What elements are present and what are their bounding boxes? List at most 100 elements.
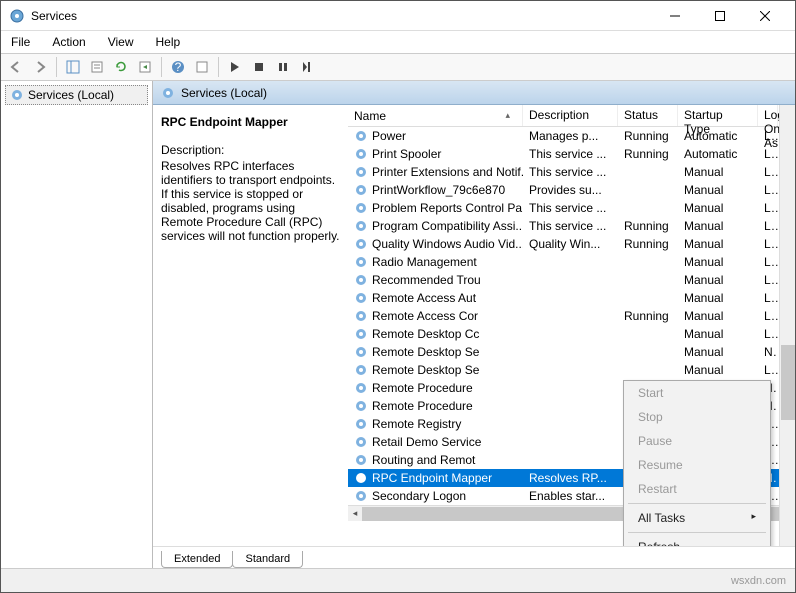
tree-root-label: Services (Local) [28,88,114,102]
forward-button[interactable] [29,56,51,78]
service-desc [523,333,618,335]
col-header-status[interactable]: Status [618,105,678,126]
scroll-thumb[interactable] [781,345,795,420]
cm-refresh[interactable]: Refresh [624,535,770,546]
table-row[interactable]: Print SpoolerThis service ...RunningAuto… [348,145,779,163]
service-desc [523,351,618,353]
table-row[interactable]: Remote Desktop SeManualLc [348,361,779,379]
service-status: Running [618,146,678,162]
gear-icon [354,237,368,251]
menu-action[interactable]: Action [48,33,89,51]
detail-pane: RPC Endpoint Mapper Description: Resolve… [153,105,348,546]
service-desc: Manages p... [523,128,618,144]
gear-icon [354,255,368,269]
pause-service-button[interactable] [272,56,294,78]
service-startup: Manual [678,326,758,342]
cm-restart[interactable]: Restart [624,477,770,501]
menu-view[interactable]: View [104,33,138,51]
service-status: Running [618,308,678,324]
right-pane-title: Services (Local) [181,86,267,100]
service-startup: Manual [678,290,758,306]
gear-icon [161,86,175,100]
window-controls [652,2,787,30]
service-desc [523,459,618,461]
tab-standard[interactable]: Standard [232,551,303,568]
list-header: Name▴ Description Status Startup Type Lo… [348,105,779,127]
cm-all-tasks[interactable]: All Tasks▸ [624,506,770,530]
table-row[interactable]: Quality Windows Audio Vid...Quality Win.… [348,235,779,253]
title-bar: Services [1,1,795,31]
col-header-logon[interactable]: Log On As [758,105,778,126]
help-button[interactable]: ? [167,56,189,78]
tab-extended[interactable]: Extended [161,551,233,568]
menu-help[interactable]: Help [152,33,185,51]
service-name: Printer Extensions and Notif... [372,165,523,179]
service-name: Remote Procedure [372,399,473,413]
table-row[interactable]: PrintWorkflow_79c6e870Provides su...Manu… [348,181,779,199]
col-header-name[interactable]: Name▴ [348,105,523,126]
properties-button[interactable] [86,56,108,78]
service-startup: Manual [678,254,758,270]
service-desc [523,261,618,263]
vertical-scrollbar[interactable] [779,105,795,546]
table-row[interactable]: Problem Reports Control Pa...This servic… [348,199,779,217]
gear-icon [354,327,368,341]
col-header-description[interactable]: Description [523,105,618,126]
table-row[interactable]: PowerManages p...RunningAutomaticLc [348,127,779,145]
submenu-arrow-icon: ▸ [751,511,756,522]
service-startup: Manual [678,272,758,288]
table-row[interactable]: Recommended TrouManualLc [348,271,779,289]
sort-asc-icon: ▴ [505,110,510,121]
service-logon: Lc [758,128,778,144]
back-button[interactable] [5,56,27,78]
service-logon: Lc [758,164,778,180]
gear-icon [354,201,368,215]
cm-start[interactable]: Start [624,381,770,405]
service-startup: Automatic [678,146,758,162]
refresh-button[interactable] [110,56,132,78]
service-name: Remote Desktop Se [372,363,479,377]
service-logon: Lc [758,362,778,378]
start-service-button[interactable] [224,56,246,78]
tree-root-services[interactable]: Services (Local) [5,85,148,105]
col-header-startup[interactable]: Startup Type [678,105,758,126]
service-name: Remote Access Aut [372,291,476,305]
menu-file[interactable]: File [7,33,34,51]
app-icon [9,8,25,24]
service-name: Power [372,129,406,143]
close-button[interactable] [742,2,787,30]
tree-pane: Services (Local) [1,81,153,568]
table-row[interactable]: Remote Desktop CcManualLc [348,325,779,343]
gear-icon [354,219,368,233]
table-row[interactable]: Remote Access AutManualLc [348,289,779,307]
service-status: Running [618,218,678,234]
table-row[interactable]: Program Compatibility Assi...This servic… [348,217,779,235]
export-button[interactable] [134,56,156,78]
restart-service-button[interactable] [296,56,318,78]
cm-resume[interactable]: Resume [624,453,770,477]
service-name: Remote Registry [372,417,461,431]
service-name: Routing and Remot [372,453,475,467]
table-row[interactable]: Printer Extensions and Notif...This serv… [348,163,779,181]
service-status [618,189,678,191]
scroll-left-arrow[interactable]: ◂ [348,507,362,521]
maximize-button[interactable] [697,2,742,30]
service-name: Quality Windows Audio Vid... [372,237,523,251]
gear-icon [354,381,368,395]
gear-icon [354,291,368,305]
cm-stop[interactable]: Stop [624,405,770,429]
help-topics-button[interactable] [191,56,213,78]
service-desc [523,279,618,281]
service-desc: This service ... [523,200,618,216]
service-desc [523,423,618,425]
cm-pause[interactable]: Pause [624,429,770,453]
table-row[interactable]: Radio ManagementManualLc [348,253,779,271]
table-row[interactable]: Remote Access CorRunningManualLc [348,307,779,325]
context-menu: Start Stop Pause Resume Restart All Task… [623,380,771,546]
service-startup: Manual [678,200,758,216]
stop-service-button[interactable] [248,56,270,78]
table-row[interactable]: Remote Desktop SeManualNe [348,343,779,361]
minimize-button[interactable] [652,2,697,30]
show-hide-tree-button[interactable] [62,56,84,78]
service-name: RPC Endpoint Mapper [372,471,492,485]
